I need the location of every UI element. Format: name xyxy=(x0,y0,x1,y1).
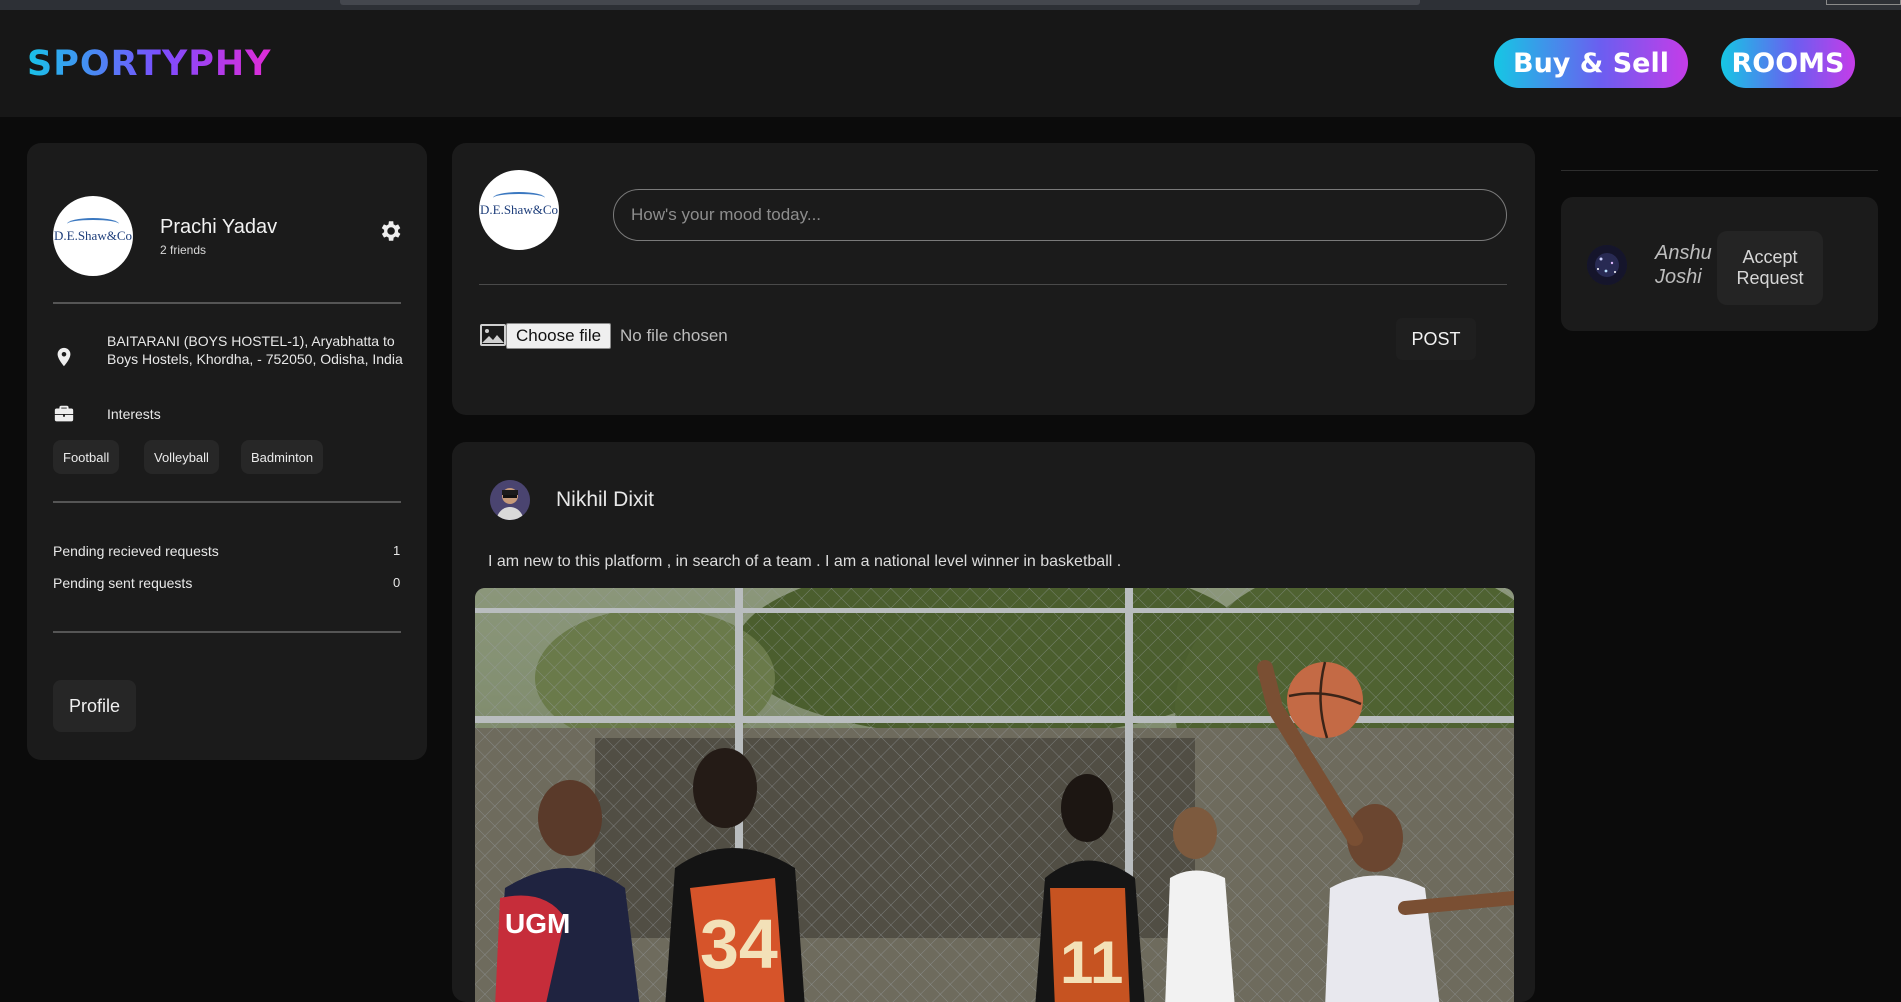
feed-post: Nikhil Dixit I am new to this platform ,… xyxy=(452,442,1535,1002)
mood-input[interactable] xyxy=(613,189,1507,241)
svg-text:UGM: UGM xyxy=(505,908,570,939)
address-text: BAITARANI (BOYS HOSTEL-1), Aryabhatta to… xyxy=(107,333,403,367)
logo-swoosh xyxy=(67,218,119,230)
interest-tag-football: Football xyxy=(53,440,120,474)
profile-name: Prachi Yadav xyxy=(160,216,278,238)
galaxy-avatar-icon xyxy=(1587,245,1627,285)
logo-swoosh xyxy=(493,192,545,204)
avatar-logo-text: D.E.Shaw&Co xyxy=(54,228,132,243)
location-pin-icon xyxy=(57,347,71,367)
profile-card: D.E.Shaw&Co Prachi Yadav 2 friends BAITA… xyxy=(27,143,427,760)
basketball-photo: UGM 34 11 xyxy=(475,588,1514,1002)
profile-button[interactable]: Profile xyxy=(53,680,136,732)
divider xyxy=(53,631,401,633)
interest-tag-volleyball: Volleyball xyxy=(144,440,219,474)
divider xyxy=(53,302,401,304)
svg-text:34: 34 xyxy=(700,905,778,983)
accept-request-button[interactable]: Accept Request xyxy=(1717,231,1823,305)
right-divider xyxy=(1561,170,1878,171)
buy-sell-button[interactable]: Buy & Sell xyxy=(1494,38,1688,88)
post-composer: D.E.Shaw&Co Choose file No file chosen P… xyxy=(452,143,1535,415)
image-icon xyxy=(480,324,506,346)
pending-sent-label: Pending sent requests xyxy=(53,575,193,591)
divider xyxy=(53,501,401,503)
friend-request-card: Anshu Joshi Accept Request xyxy=(1561,197,1878,331)
person-avatar-icon xyxy=(490,480,530,520)
svg-text:11: 11 xyxy=(1060,929,1123,996)
post-image: UGM 34 11 xyxy=(475,588,1514,1002)
avatar-logo-text: D.E.Shaw&Co xyxy=(480,202,558,217)
requester-avatar xyxy=(1587,245,1627,285)
profile-avatar: D.E.Shaw&Co xyxy=(53,196,133,276)
settings-gear-icon[interactable] xyxy=(377,218,403,244)
rooms-button[interactable]: ROOMS xyxy=(1721,38,1855,88)
post-author-name[interactable]: Nikhil Dixit xyxy=(556,488,654,512)
interest-tag-badminton: Badminton xyxy=(241,440,324,474)
requester-name[interactable]: Anshu Joshi xyxy=(1655,241,1715,289)
post-button[interactable]: POST xyxy=(1396,318,1476,360)
choose-file-button[interactable]: Choose file xyxy=(506,323,612,349)
divider xyxy=(479,284,1507,285)
no-file-text: No file chosen xyxy=(620,326,728,345)
browser-tab-bar xyxy=(340,0,1420,5)
post-text: I am new to this platform , in search of… xyxy=(488,553,1122,570)
top-navbar: SPORTYPHY Buy & Sell ROOMS xyxy=(0,10,1901,117)
brand-logo[interactable]: SPORTYPHY xyxy=(27,44,272,84)
author-avatar xyxy=(490,480,530,520)
interests-label: Interests xyxy=(107,406,161,422)
composer-avatar: D.E.Shaw&Co xyxy=(479,170,559,250)
window-corner xyxy=(1826,0,1901,5)
friends-count: 2 friends xyxy=(160,243,207,257)
pending-received-count: 1 xyxy=(393,543,401,558)
pending-sent-count: 0 xyxy=(393,575,401,590)
pending-received-label: Pending recieved requests xyxy=(53,543,219,559)
briefcase-icon xyxy=(54,405,74,422)
browser-top-strip xyxy=(0,0,1901,10)
